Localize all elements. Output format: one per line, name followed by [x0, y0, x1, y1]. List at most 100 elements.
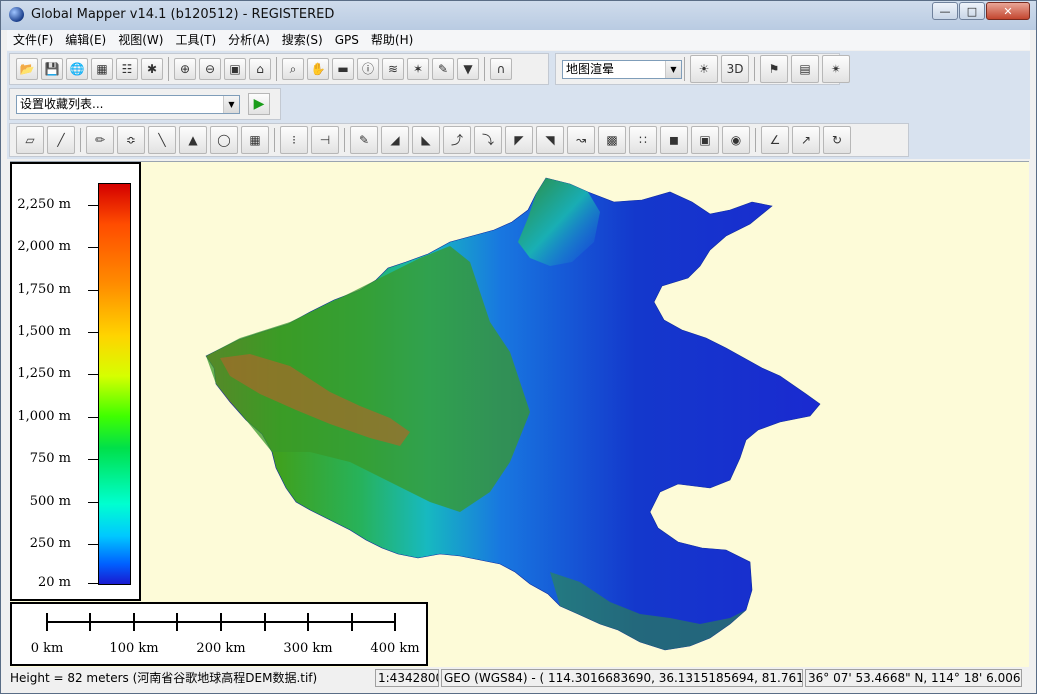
grid-icon[interactable]: ▦ — [241, 126, 269, 154]
terrain-map[interactable] — [10, 162, 1029, 667]
legend-tick — [88, 290, 98, 291]
chevron-down-icon[interactable]: ▼ — [665, 60, 681, 78]
render-mode-select[interactable]: 地图渲晕 ▼ — [562, 59, 682, 79]
scale-bar: 0 km 100 km 200 km 300 km 400 km — [10, 602, 428, 666]
legend-label: 1,750 m — [17, 282, 71, 297]
chevron-down-icon[interactable]: ▼ — [223, 95, 239, 113]
area-tool-4-icon[interactable]: ◥ — [536, 126, 564, 154]
toolbar-row-1: 📂 💾 🌐 ▦ ☷ ✱ ⊕ ⊖ ▣ ⌂ ⌕ ✋ ▬ ⓘ ≋ ✶ ✎ ▼ ∩ 地图… — [7, 51, 1030, 88]
gps-icon[interactable]: ✴ — [822, 55, 850, 83]
legend-tick — [88, 374, 98, 375]
path-profile-icon[interactable]: ≋ — [382, 58, 404, 80]
minimize-button[interactable]: — — [932, 2, 958, 20]
area-tool-3-icon[interactable]: ◤ — [505, 126, 533, 154]
full-view-icon[interactable]: ▣ — [224, 58, 246, 80]
overlay-control-icon[interactable]: ▦ — [91, 58, 113, 80]
coordinate-readout: GEO (WGS84) - ( 114.3016683690, 36.13151… — [441, 669, 803, 687]
menu-view[interactable]: 视图(W) — [112, 30, 169, 50]
scale-tick — [220, 613, 222, 631]
menu-help[interactable]: 帮助(H) — [365, 30, 419, 50]
flag-icon[interactable]: ⚑ — [760, 55, 788, 83]
create-area-icon[interactable]: ▱ — [16, 126, 44, 154]
menu-search[interactable]: 搜索(S) — [276, 30, 329, 50]
favorites-placeholder: 设置收藏列表... — [20, 96, 104, 111]
area-tool-6-icon[interactable]: ▣ — [691, 126, 719, 154]
line-tool-icon[interactable]: ╲ — [148, 126, 176, 154]
vertex-icon[interactable]: ⁝ — [280, 126, 308, 154]
globe-icon[interactable]: 🌐 — [66, 58, 88, 80]
split-icon[interactable]: ⊣ — [311, 126, 339, 154]
legend-label: 250 m — [29, 536, 71, 551]
menu-analysis[interactable]: 分析(A) — [222, 30, 276, 50]
cogo-icon[interactable]: ▲ — [179, 126, 207, 154]
arch-icon[interactable]: ∩ — [490, 58, 512, 80]
view-shed-icon[interactable]: ✶ — [407, 58, 429, 80]
menu-tools[interactable]: 工具(T) — [169, 30, 222, 50]
legend-label: 20 m — [37, 575, 71, 590]
scale-label: 100 km — [109, 641, 159, 656]
node-tool-icon[interactable]: ∷ — [629, 126, 657, 154]
arrow-tool-icon[interactable]: ↗ — [792, 126, 820, 154]
zoom-out-icon[interactable]: ⊖ — [199, 58, 221, 80]
favorites-select[interactable]: 设置收藏列表... ▼ — [16, 94, 240, 114]
contour-icon[interactable]: ≎ — [117, 126, 145, 154]
menu-gps[interactable]: GPS — [329, 30, 365, 50]
maximize-button[interactable]: □ — [959, 2, 985, 20]
feature-info-icon[interactable]: ⓘ — [357, 58, 379, 80]
scale-label: 400 km — [370, 641, 420, 656]
legend-label: 1,250 m — [17, 366, 71, 381]
close-button[interactable]: ✕ — [986, 2, 1030, 20]
toolbar-row-3: ▱ ╱ ✏ ≎ ╲ ▲ ◯ ▦ ⁝ ⊣ ✎ ◢ ◣ ⤴ ⤵ ◤ ◥ ↝ ▩ ∷ … — [7, 121, 1030, 159]
scale-tick — [133, 613, 135, 631]
play-icon[interactable]: ▶ — [248, 93, 270, 115]
digitizer-icon[interactable]: ✎ — [432, 58, 454, 80]
measure-icon[interactable]: ▬ — [332, 58, 354, 80]
legend-tick — [88, 502, 98, 503]
render-mode-value: 地图渲晕 — [566, 61, 615, 76]
status-bar: Height = 82 meters (河南省谷歌地球高程DEM数据.tif) … — [7, 667, 1030, 689]
angle-tool-icon[interactable]: ∠ — [761, 126, 789, 154]
pan-hand-icon[interactable]: ✋ — [307, 58, 329, 80]
line-tool-2-icon[interactable]: ⤴ — [443, 126, 471, 154]
area-tool-1-icon[interactable]: ◢ — [381, 126, 409, 154]
dms-readout: 36° 07' 53.4668" N, 114° 18' 6.006 — [805, 669, 1022, 687]
create-line-icon[interactable]: ╱ — [47, 126, 75, 154]
draw-icon[interactable]: ✎ — [350, 126, 378, 154]
shader-options-icon[interactable]: ☀ — [690, 55, 718, 83]
edit-feature-icon[interactable]: ✏ — [86, 126, 114, 154]
height-readout: Height = 82 meters (河南省谷歌地球高程DEM数据.tif) — [10, 671, 318, 685]
menu-edit[interactable]: 编辑(E) — [59, 30, 112, 50]
chevron-down-icon[interactable]: ▼ — [457, 58, 479, 80]
scale-tick — [394, 613, 396, 631]
area-tool-2-icon[interactable]: ◣ — [412, 126, 440, 154]
area-tool-5-icon[interactable]: ◼ — [660, 126, 688, 154]
window-title: Global Mapper v14.1 (b120512) - REGISTER… — [31, 7, 335, 22]
config-icon[interactable]: ✱ — [141, 58, 163, 80]
open-folder-icon[interactable]: 📂 — [16, 58, 38, 80]
legend-label: 750 m — [29, 451, 71, 466]
legend-tick — [88, 332, 98, 333]
menu-file[interactable]: 文件(F) — [7, 30, 59, 50]
toolbar-row-2: 设置收藏列表... ▼ ▶ — [7, 88, 1030, 121]
scale-tick — [307, 613, 309, 631]
map-scale: 1:4342800 — [375, 669, 439, 687]
legend-label: 1,500 m — [17, 324, 71, 339]
line-tool-4-icon[interactable]: ↝ — [567, 126, 595, 154]
3d-view-icon[interactable]: 3D — [721, 55, 749, 83]
legend-tick — [88, 417, 98, 418]
rotate-tool-icon[interactable]: ↻ — [823, 126, 851, 154]
layers-icon[interactable]: ☷ — [116, 58, 138, 80]
home-icon[interactable]: ⌂ — [249, 58, 271, 80]
map-view[interactable]: 2,250 m 2,000 m 1,750 m 1,500 m 1,250 m … — [10, 161, 1029, 667]
zoom-in-icon[interactable]: ⊕ — [174, 58, 196, 80]
legend-label: 2,000 m — [17, 239, 71, 254]
line-tool-3-icon[interactable]: ⤵ — [474, 126, 502, 154]
device-icon[interactable]: ▤ — [791, 55, 819, 83]
save-icon[interactable]: 💾 — [41, 58, 63, 80]
shape-tool-icon[interactable]: ◉ — [722, 126, 750, 154]
elevation-color-ramp — [98, 183, 131, 585]
grid-tool-icon[interactable]: ▩ — [598, 126, 626, 154]
zoom-tool-icon[interactable]: ⌕ — [282, 58, 304, 80]
circle-icon[interactable]: ◯ — [210, 126, 238, 154]
digitizer-toolbar: ▱ ╱ ✏ ≎ ╲ ▲ ◯ ▦ ⁝ ⊣ ✎ ◢ ◣ ⤴ ⤵ ◤ ◥ ↝ ▩ ∷ … — [9, 123, 909, 157]
